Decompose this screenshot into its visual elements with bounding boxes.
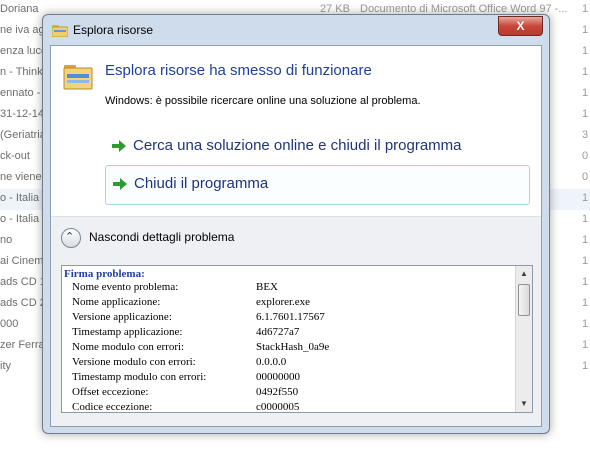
detail-key: Versione applicazione: (72, 311, 172, 323)
file-date: 1 (582, 108, 589, 120)
file-name: ck-out (0, 150, 30, 162)
file-name: ity (0, 360, 11, 372)
problem-details-textbox[interactable]: Firma problema: Nome evento problema: BE… (61, 265, 533, 413)
scroll-up-arrow-icon[interactable]: ▲ (516, 266, 532, 282)
file-date: 1 (582, 87, 589, 99)
detail-value: 00000000 (256, 371, 300, 383)
chevron-up-icon: ⌃ (65, 231, 75, 243)
detail-value: 0492f550 (256, 386, 299, 398)
detail-value: c0000005 (256, 401, 300, 413)
detail-value: BEX (256, 281, 278, 293)
scroll-thumb[interactable] (518, 284, 530, 316)
file-date: 1 (582, 24, 589, 36)
file-name: no (0, 234, 13, 246)
green-arrow-icon (112, 140, 126, 152)
detail-key: Codice eccezione: (72, 401, 153, 413)
window-title: Esplora risorse (73, 23, 154, 37)
green-arrow-icon (113, 178, 127, 190)
file-name: n - Thinki (0, 66, 46, 78)
error-title: Esplora risorse ha smesso di funzionare (105, 62, 372, 79)
file-date: 1 (582, 339, 589, 351)
detail-value: 0.0.0.0 (256, 356, 287, 368)
vertical-scrollbar[interactable]: ▲ ▼ (515, 266, 532, 412)
problem-signature-heading: Firma problema: (64, 268, 145, 280)
file-name: o - Italia (0, 213, 40, 225)
folder-icon (52, 25, 68, 37)
file-name: enza luce (0, 45, 48, 57)
file-date: 1 (582, 3, 589, 15)
explorer-folder-icon (63, 65, 93, 90)
file-date: 0 (582, 171, 589, 183)
search-online-label: Cerca una soluzione online e chiudi il p… (133, 137, 462, 154)
scroll-down-arrow-icon[interactable]: ▼ (516, 396, 532, 412)
detail-key: Nome modulo con errori: (72, 341, 185, 353)
file-name: o - Italia (0, 192, 40, 204)
hide-details-button[interactable]: ⌃ (61, 228, 81, 248)
file-name: Doriana (0, 3, 39, 15)
close-program-command[interactable]: Chiudi il programma (105, 165, 530, 205)
detail-key: Nome evento problema: (72, 281, 179, 293)
file-date: 1 (582, 66, 589, 78)
file-date: 1 (582, 276, 589, 288)
file-name: ads CD 2 (0, 297, 46, 309)
file-name: ne viene (0, 171, 42, 183)
file-name: (Geriatria (0, 129, 46, 141)
file-name: ne iva ag (0, 24, 45, 36)
search-online-command[interactable]: Cerca una soluzione online e chiudi il p… (105, 128, 530, 166)
file-date: 1 (582, 192, 589, 204)
file-date: 3 (582, 129, 589, 141)
error-message: Windows: è possibile ricercare online un… (105, 95, 421, 107)
detail-value: StackHash_0a9e (256, 341, 330, 353)
file-date: 1 (582, 255, 589, 267)
detail-key: Timestamp modulo con errori: (72, 371, 207, 383)
file-name: ads CD 1 (0, 276, 46, 288)
details-area: Firma problema: Nome evento problema: BE… (51, 260, 541, 426)
file-name: 31-12-14 (0, 108, 45, 120)
close-program-label: Chiudi il programma (134, 175, 269, 192)
file-date: 1 (582, 213, 589, 225)
file-name: 000 (0, 318, 19, 330)
file-date: 1 (582, 318, 589, 330)
detail-key: Nome applicazione: (72, 296, 161, 308)
file-date: 1 (582, 45, 589, 57)
title-bar[interactable]: Esplora risorse X (43, 15, 549, 45)
details-toggle-bar: ⌃ Nascondi dettagli problema (51, 216, 541, 260)
file-date: 1 (582, 360, 589, 372)
detail-key: Timestamp applicazione: (72, 326, 183, 338)
close-button[interactable]: X (498, 16, 543, 36)
file-date: 0 (582, 150, 589, 162)
dialog-body: Esplora risorse ha smesso di funzionare … (50, 45, 542, 427)
detail-value: 4d6727a7 (256, 326, 300, 338)
detail-key: Versione modulo con errori: (72, 356, 196, 368)
detail-value: 6.1.7601.17567 (256, 311, 325, 323)
error-dialog: Esplora risorse X Esplora risorse ha sme… (42, 14, 550, 434)
file-name: ennato - (0, 87, 41, 99)
hide-details-label[interactable]: Nascondi dettagli problema (89, 230, 234, 244)
file-name: zer Ferra (0, 339, 45, 351)
file-date: 1 (582, 297, 589, 309)
detail-value: explorer.exe (256, 296, 311, 308)
file-date: 1 (582, 234, 589, 246)
detail-key: Offset eccezione: (72, 386, 149, 398)
